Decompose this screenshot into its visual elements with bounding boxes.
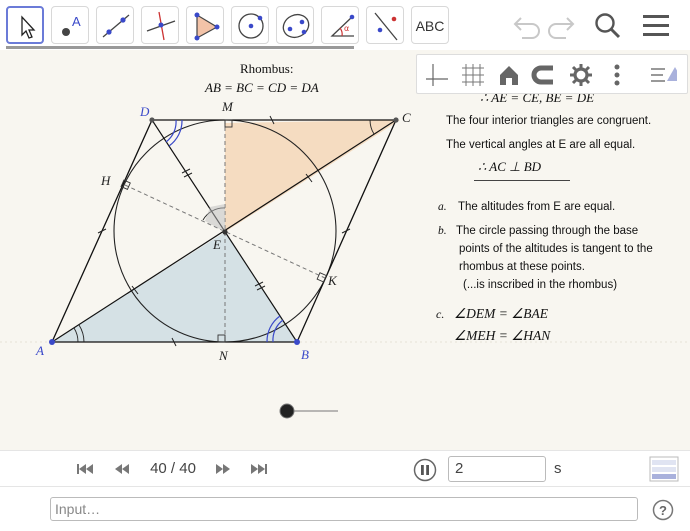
search-icon[interactable] [592,10,624,42]
label-c: C [402,110,411,125]
note-line1: The four interior triangles are congruen… [446,115,652,127]
circle-tool-button[interactable] [231,6,269,44]
circle-icon [238,13,264,39]
home-icon[interactable] [495,61,523,89]
menu-icon[interactable] [640,12,672,40]
frame-counter: 40 / 40 [150,460,196,477]
undo-icon[interactable] [508,12,542,40]
note-b-text3: rhombus at these points. [459,261,585,273]
note-b-text4: (...is inscribed in the rhombus) [463,279,618,291]
toolbar: A α ABC [0,0,690,50]
line-tool-button[interactable] [96,6,134,44]
previous-frame-icon[interactable] [111,461,133,477]
point-icon: A [62,14,81,36]
help-icon[interactable]: ? [652,499,674,521]
toolbar-scroll-indicator [6,46,354,49]
note-c-text2: ∠MEH = ∠HAN [454,328,551,343]
note-a-label: a. [438,201,447,213]
label-h: H [100,173,111,188]
label-a: A [35,343,44,358]
ellipse-icon [282,13,310,39]
line-icon [102,14,130,38]
angle-icon: α [330,14,355,37]
angle-tool-button[interactable]: α [321,6,359,44]
pause-icon[interactable] [413,458,437,482]
algebra-input[interactable]: Input… [50,497,638,521]
more-vertical-icon[interactable] [603,61,631,89]
conic-tool-button[interactable] [276,6,314,44]
grid-icon[interactable] [459,61,487,89]
speed-unit: s [554,460,562,477]
note-b-label: b. [438,225,447,237]
first-frame-icon[interactable] [74,461,96,477]
animation-player: 40 / 40 2 s [0,450,690,487]
reflect-line-icon [374,12,398,41]
speed-input[interactable]: 2 [448,456,546,482]
point-d[interactable] [149,117,155,123]
move-tool-button[interactable] [6,6,44,44]
note-a-text: The altitudes from E are equal. [458,201,616,213]
svg-text:A: A [72,14,81,29]
point-e[interactable] [222,229,228,235]
magnet-icon[interactable] [531,61,559,89]
polygon-icon [194,12,220,41]
style-bar-toggle-icon[interactable] [649,61,677,89]
last-frame-icon[interactable] [248,461,270,477]
label-k: K [327,273,338,288]
figure-title: Rhombus: [240,61,293,76]
input-bar: Input… ? [0,486,690,531]
graphics-view[interactable]: A B C D E M N H K Rhombus: AB = BC = CD … [0,50,690,450]
label-n: N [218,348,229,363]
slider-handle[interactable] [279,403,295,419]
point-a[interactable] [49,339,55,345]
note-conclusion: ∴ AC ⊥ BD [478,159,542,174]
label-e: E [212,237,221,252]
axes-icon[interactable] [423,61,451,89]
conclusion-underline [474,180,570,181]
point-b[interactable] [294,339,300,345]
note-c-label: c. [436,307,445,321]
note-b-text2: points of the altitudes is tangent to th… [459,243,653,255]
label-m: M [221,99,234,114]
polygon-tool-button[interactable] [186,6,224,44]
svg-text:?: ? [659,503,667,518]
gear-icon[interactable] [567,61,595,89]
text-tool-button[interactable]: ABC [411,6,449,44]
next-frame-icon[interactable] [212,461,234,477]
redo-icon[interactable] [546,12,580,40]
point-tool-button[interactable]: A [51,6,89,44]
note-b-text1: The circle passing through the base [456,225,639,237]
perpendicular-line-tool-button[interactable] [141,6,179,44]
note-line2: The vertical angles at E are all equal. [446,139,636,151]
perpendicular-line-icon [146,11,176,41]
note-c-text1: ∠DEM = ∠BAE [454,306,549,321]
label-d: D [139,104,150,119]
style-bar [416,54,688,94]
reflect-tool-button[interactable] [366,6,404,44]
algebra-view-icon[interactable] [649,456,679,482]
label-b: B [301,347,309,362]
figure-equation: AB = BC = CD = DA [204,80,319,95]
point-c[interactable] [393,117,399,123]
cursor-arrow-icon [21,15,36,39]
svg-text:α: α [344,24,349,33]
